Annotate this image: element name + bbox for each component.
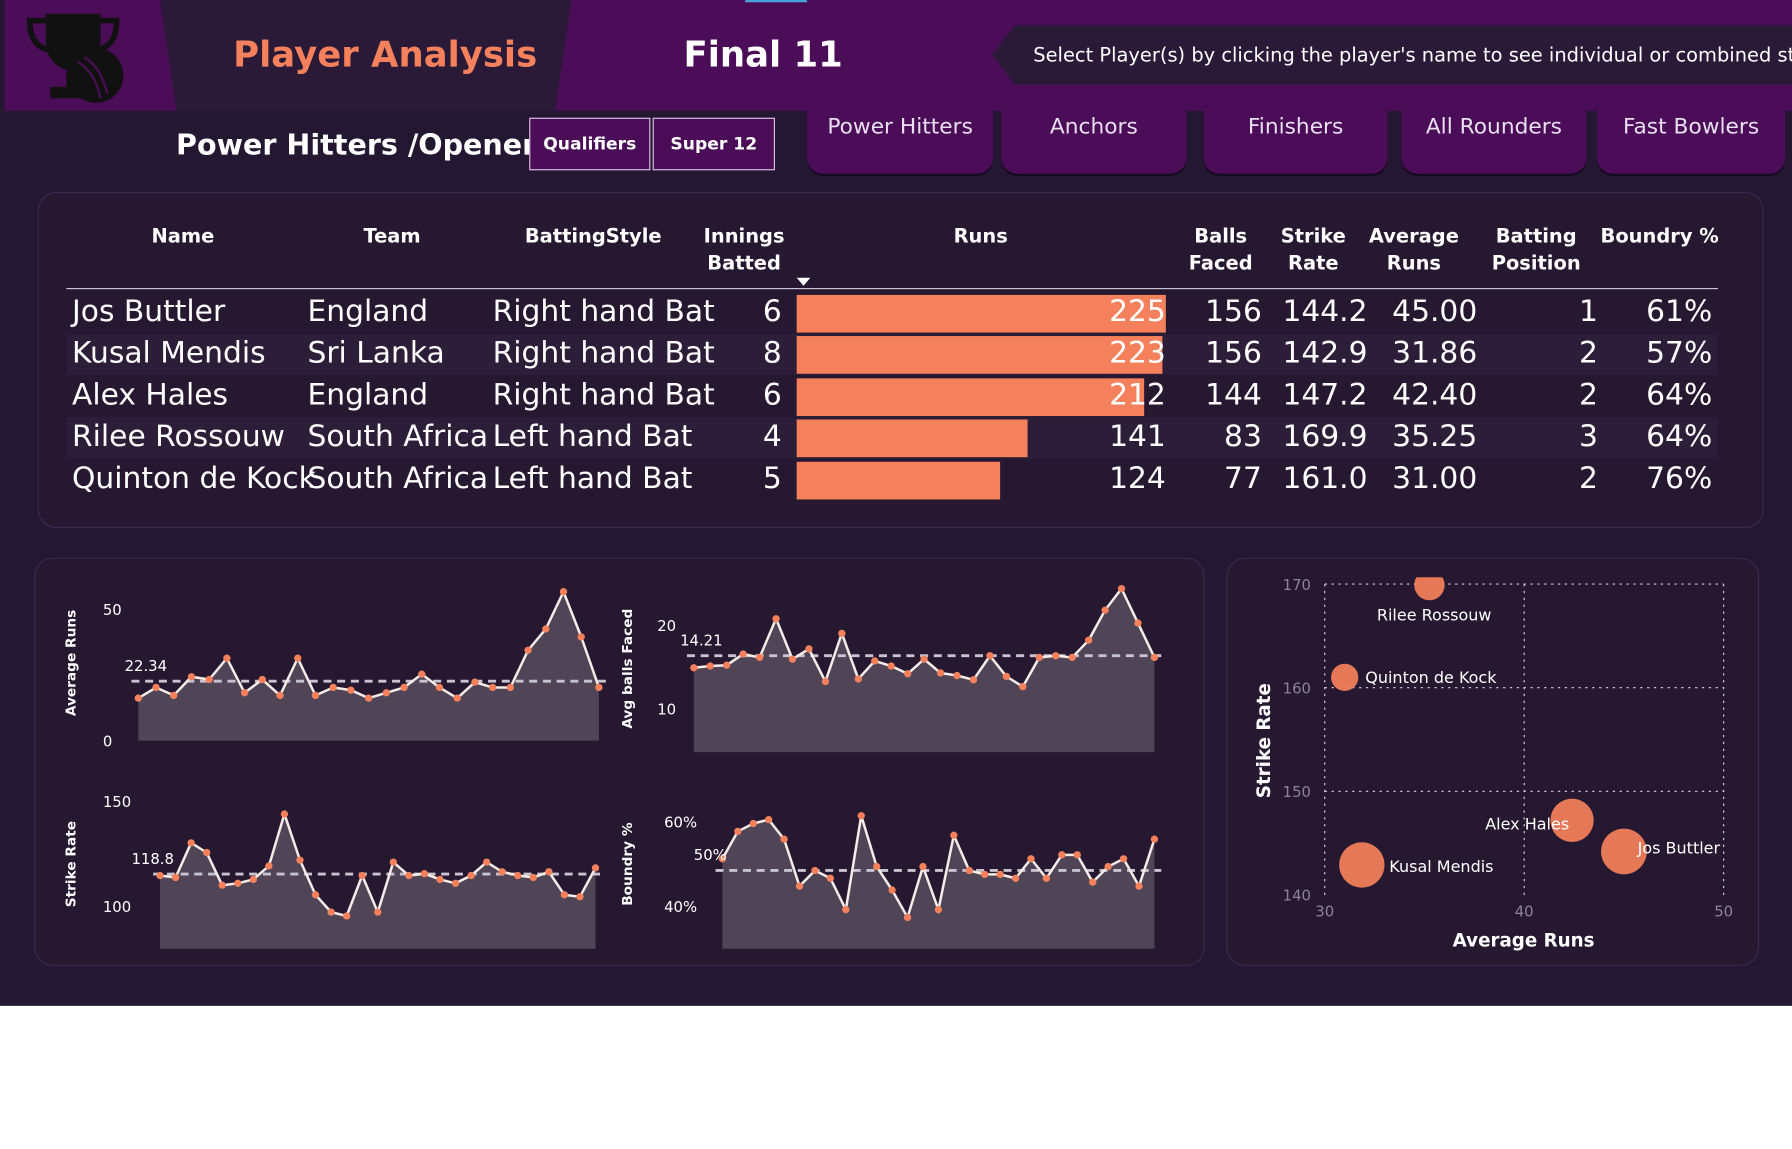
bubble-label: Rilee Rossouw xyxy=(1377,606,1492,625)
strike-rate-vs-average-scatter: 30 40 50 170 160 150 140 Rilee Rossouw Quinton d… xyxy=(1254,576,1733,952)
scatter-bubble xyxy=(1339,842,1385,888)
bubble-label: Kusal Mendis xyxy=(1389,857,1493,876)
x-tick-label: 30 xyxy=(1315,903,1334,921)
x-tick-label: 50 xyxy=(1714,903,1733,921)
y-axis-title: Strike Rate xyxy=(1254,683,1275,798)
bubble-label: Quinton de Kock xyxy=(1365,668,1497,687)
x-tick-label: 40 xyxy=(1515,903,1534,921)
bubble-label: Alex Hales xyxy=(1485,814,1569,833)
y-tick-label: 140 xyxy=(1283,887,1311,905)
bubble-label: Jos Buttler xyxy=(1637,839,1721,858)
scatter-bubble xyxy=(1331,663,1359,691)
y-tick-label: 150 xyxy=(1283,783,1311,801)
y-tick-label: 160 xyxy=(1283,679,1311,697)
x-axis-title: Average Runs xyxy=(1453,930,1595,951)
y-tick-label: 170 xyxy=(1283,576,1311,594)
scatter-bubble xyxy=(1414,577,1445,601)
scatter-plot: 30 40 50 170 160 150 140 Rilee Rossouw Quinton d… xyxy=(1254,576,1733,952)
